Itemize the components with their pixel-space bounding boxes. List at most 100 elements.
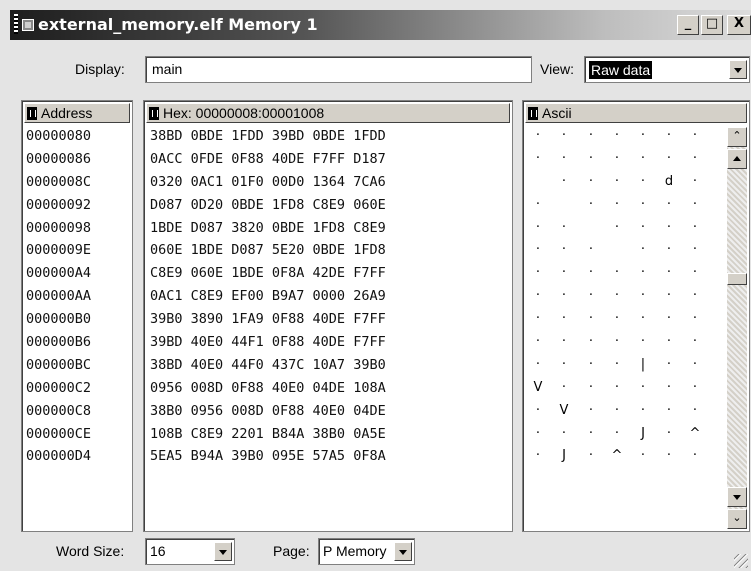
address-cell[interactable]: 00000092 (26, 194, 128, 217)
vertical-scrollbar[interactable]: ⌃ ⌄ (727, 127, 747, 529)
address-cell[interactable]: 0000009E (26, 239, 128, 262)
ascii-char: · (666, 150, 672, 166)
ascii-row[interactable]: · · · · d · (527, 171, 723, 194)
hex-row[interactable]: 0ACC 0FDE 0F88 40DE F7FF D187 (150, 148, 508, 171)
address-cell[interactable]: 000000C2 (26, 377, 128, 400)
ascii-char: · (666, 311, 672, 327)
ascii-char: · (535, 219, 541, 235)
ascii-row[interactable]: · · · · · · · (527, 308, 723, 331)
ascii-char: · (640, 196, 646, 212)
ascii-row[interactable]: · · · · · · · (527, 285, 723, 308)
ascii-char: · (692, 196, 698, 212)
title-bar[interactable]: external_memory.elf Memory 1 _ □ X (10, 10, 751, 40)
hex-row[interactable]: 39B0 3890 1FA9 0F88 40DE F7FF (150, 308, 508, 331)
ascii-char: · (614, 311, 620, 327)
hex-row[interactable]: 0956 008D 0F88 40E0 04DE 108A (150, 377, 508, 400)
address-cell[interactable]: 000000D4 (26, 445, 128, 468)
scrollbar-thumb[interactable] (727, 273, 747, 285)
ascii-row[interactable]: · · · · · · (527, 217, 723, 240)
view-label: View: (540, 61, 574, 77)
hex-row[interactable]: 38BD 0BDE 1FDD 39BD 0BDE 1FDD (150, 125, 508, 148)
ascii-char: · (535, 402, 541, 418)
ascii-row[interactable]: · · · · J · ^ (527, 423, 723, 446)
drag-grip[interactable] (14, 14, 18, 34)
hex-row[interactable]: 0320 0AC1 01F0 00D0 1364 7CA6 (150, 171, 508, 194)
ascii-char: · (535, 265, 541, 281)
ascii-char: · (640, 379, 646, 395)
hex-row[interactable]: 060E 1BDE D087 5E20 0BDE 1FD8 (150, 239, 508, 262)
ascii-row[interactable]: · · · · · · · (527, 148, 723, 171)
ascii-char: · (588, 448, 594, 464)
ascii-char: · (614, 128, 620, 143)
scroll-down-icon[interactable] (727, 487, 747, 507)
page-dropdown-icon[interactable] (394, 542, 412, 561)
view-select[interactable]: Raw data (584, 56, 750, 83)
view-selected-value: Raw data (589, 61, 653, 79)
minimize-button[interactable]: _ (677, 15, 699, 35)
ascii-row[interactable]: · · · · · · · (527, 125, 723, 148)
ascii-char: ^ (611, 448, 623, 464)
ascii-row[interactable]: V · · · · · · (527, 377, 723, 400)
address-column: Address 00000080 00000086 0000008C 00000092… (21, 100, 133, 532)
ascii-char: ^ (689, 425, 701, 441)
ascii-char: · (588, 150, 594, 166)
hex-header[interactable]: Hex: 00000008:00001008 (146, 103, 510, 123)
ascii-header[interactable]: Ascii (525, 103, 747, 123)
ascii-char: · (666, 265, 672, 281)
page-select[interactable]: P Memory (318, 538, 415, 565)
address-cell[interactable]: 00000098 (26, 217, 128, 240)
hex-list[interactable]: 38BD 0BDE 1FDD 39BD 0BDE 1FDD 0ACC 0FDE 0… (150, 125, 508, 468)
hex-row[interactable]: 108B C8E9 2201 B84A 38B0 0A5E (150, 423, 508, 446)
hex-row[interactable]: 1BDE D087 3820 0BDE 1FD8 C8E9 (150, 217, 508, 240)
word-size-select[interactable]: 16 (145, 538, 235, 565)
page-down-icon[interactable]: ⌄ (727, 509, 747, 529)
hex-row[interactable]: 5EA5 B94A 39B0 095E 57A5 0F8A (150, 445, 508, 468)
ascii-char: · (614, 219, 620, 235)
page-up-icon[interactable]: ⌃ (727, 127, 747, 147)
address-cell[interactable]: 000000BC (26, 354, 128, 377)
ascii-char: · (666, 334, 672, 350)
maximize-button[interactable]: □ (701, 15, 723, 35)
ascii-char: · (640, 173, 646, 189)
ascii-char: · (666, 379, 672, 395)
ascii-char: · (561, 334, 567, 350)
ascii-row[interactable]: · J · ^ · · · (527, 445, 723, 468)
ascii-row[interactable]: · · · · · · · (527, 331, 723, 354)
ascii-list[interactable]: · · · · · · · · · · · · · · · · · · d · · · · · · · · · · · · · · · · ·… (527, 125, 723, 468)
hex-row[interactable]: 38BD 40E0 44F0 437C 10A7 39B0 (150, 354, 508, 377)
address-cell[interactable]: 00000086 (26, 148, 128, 171)
close-button[interactable]: X (727, 15, 751, 35)
ascii-char: · (666, 288, 672, 304)
address-cell[interactable]: 000000B6 (26, 331, 128, 354)
address-cell[interactable]: 000000CE (26, 423, 128, 446)
ascii-char: · (666, 128, 672, 143)
hex-row[interactable]: 39BD 40E0 44F1 0F88 40DE F7FF (150, 331, 508, 354)
hex-row[interactable]: 0AC1 C8E9 EF00 B9A7 0000 26A9 (150, 285, 508, 308)
ascii-row[interactable]: · · · · | · · (527, 354, 723, 377)
address-cell[interactable]: 000000AA (26, 285, 128, 308)
scroll-up-icon[interactable] (727, 149, 747, 169)
ascii-char: · (640, 448, 646, 464)
ascii-char: · (640, 242, 646, 258)
ascii-char: · (614, 265, 620, 281)
address-cell[interactable]: 000000C8 (26, 400, 128, 423)
ascii-char: · (561, 425, 567, 441)
hex-row[interactable]: 38B0 0956 008D 0F88 40E0 04DE (150, 400, 508, 423)
ascii-char: · (588, 173, 594, 189)
word-size-dropdown-icon[interactable] (214, 542, 232, 561)
ascii-row[interactable]: · · · · · · · (527, 262, 723, 285)
address-cell[interactable]: 00000080 (26, 125, 128, 148)
address-cell[interactable]: 0000008C (26, 171, 128, 194)
ascii-row[interactable]: · V · · · · · (527, 400, 723, 423)
address-cell[interactable]: 000000B0 (26, 308, 128, 331)
view-dropdown-icon[interactable] (729, 60, 747, 79)
address-header[interactable]: Address (24, 103, 130, 123)
resize-grip-icon[interactable] (734, 554, 748, 568)
ascii-row[interactable]: · · · · · · (527, 194, 723, 217)
display-input[interactable]: main (145, 56, 532, 83)
ascii-char: · (614, 196, 620, 212)
hex-row[interactable]: D087 0D20 0BDE 1FD8 C8E9 060E (150, 194, 508, 217)
hex-row[interactable]: C8E9 060E 1BDE 0F8A 42DE F7FF (150, 262, 508, 285)
ascii-row[interactable]: · · · · · · (527, 239, 723, 262)
address-cell[interactable]: 000000A4 (26, 262, 128, 285)
